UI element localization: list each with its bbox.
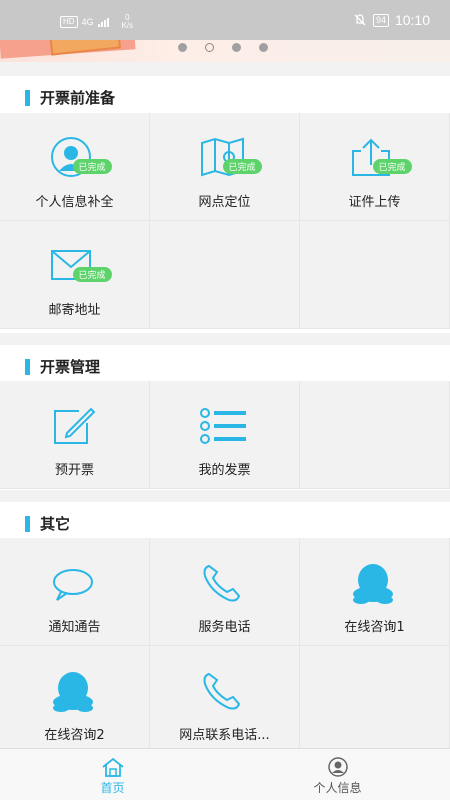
chat-bubble-icon bbox=[52, 569, 93, 601]
completed-badge: 已完成 bbox=[72, 159, 112, 174]
edit-icon bbox=[53, 407, 95, 444]
grid-item-label: 预开票 bbox=[54, 463, 94, 478]
status-bar: HD 4G 0 K/s 94 10:10 bbox=[0, 0, 450, 40]
qq-penguin-icon bbox=[352, 564, 393, 604]
section-header-other: 其它 bbox=[0, 502, 450, 542]
grid-item-service-phone[interactable]: 服务电话 bbox=[150, 538, 300, 646]
completed-badge: 已完成 bbox=[372, 159, 412, 174]
completed-badge: 已完成 bbox=[222, 159, 262, 174]
grid-item-location[interactable]: 已完成 网点定位 bbox=[150, 113, 300, 221]
signal-label: 4G bbox=[81, 17, 94, 27]
completed-badge: 已完成 bbox=[72, 267, 112, 282]
grid-item-my-invoices[interactable]: 我的发票 bbox=[150, 381, 300, 489]
tab-profile[interactable]: 个人信息 bbox=[225, 749, 450, 800]
carousel-dot[interactable] bbox=[205, 43, 214, 52]
section-header-prepare: 开票前准备 bbox=[0, 76, 450, 116]
signal-icon bbox=[97, 18, 109, 27]
other-grid: 通知通告 服务电话 在线咨询1 在线咨询2 网点联系电话... bbox=[0, 538, 450, 754]
person-icon bbox=[327, 757, 348, 777]
grid-item-label: 网点定位 bbox=[198, 195, 251, 210]
section-title: 开票前准备 bbox=[40, 89, 116, 107]
grid-item-online-consult-1[interactable]: 在线咨询1 bbox=[300, 538, 450, 646]
grid-item-label: 在线咨询2 bbox=[44, 728, 105, 743]
tab-label: 个人信息 bbox=[313, 781, 362, 795]
grid-empty-cell bbox=[300, 646, 450, 754]
grid-item-document-upload[interactable]: 已完成 证件上传 bbox=[300, 113, 450, 221]
grid-item-label: 在线咨询1 bbox=[344, 620, 405, 635]
qq-penguin-icon bbox=[52, 672, 93, 712]
grid-item-notices[interactable]: 通知通告 bbox=[0, 538, 150, 646]
grid-item-label: 通知通告 bbox=[48, 620, 101, 635]
section-title: 其它 bbox=[40, 515, 71, 533]
home-icon bbox=[101, 757, 124, 777]
grid-item-mailing-address[interactable]: 已完成 邮寄地址 bbox=[0, 221, 150, 329]
carousel-dots[interactable] bbox=[178, 43, 268, 52]
hd-indicator: HD bbox=[60, 16, 78, 28]
tab-label: 首页 bbox=[100, 781, 125, 795]
grid-empty-cell bbox=[150, 221, 300, 329]
list-icon bbox=[199, 408, 246, 444]
phone-icon bbox=[203, 672, 240, 710]
grid-item-label: 个人信息补全 bbox=[35, 195, 114, 210]
divider bbox=[0, 62, 450, 76]
network-speed: 0 K/s bbox=[121, 13, 134, 30]
grid-empty-cell bbox=[300, 221, 450, 329]
carousel-dot[interactable] bbox=[259, 43, 268, 52]
tab-home[interactable]: 首页 bbox=[0, 749, 225, 800]
grid-empty-cell bbox=[300, 381, 450, 489]
invoice-grid: 预开票 我的发票 bbox=[0, 381, 450, 489]
carousel-dot[interactable] bbox=[178, 43, 187, 52]
clock: 10:10 bbox=[394, 12, 430, 28]
grid-item-online-consult-2[interactable]: 在线咨询2 bbox=[0, 646, 150, 754]
banner-illustration bbox=[48, 40, 122, 56]
grid-item-pre-invoice[interactable]: 预开票 bbox=[0, 381, 150, 489]
grid-item-label: 证件上传 bbox=[348, 195, 401, 210]
bottom-navigation: 首页 个人信息 bbox=[0, 748, 450, 800]
grid-item-label: 网点联系电话... bbox=[179, 728, 270, 743]
battery-indicator: 94 bbox=[372, 13, 389, 27]
mute-icon bbox=[354, 14, 366, 26]
section-header-invoice-management: 开票管理 bbox=[0, 345, 450, 385]
prepare-grid: 已完成 个人信息补全 已完成 网点定位 已完成 证件上传 已完成 邮寄地址 bbox=[0, 113, 450, 329]
phone-icon bbox=[203, 564, 240, 602]
banner-carousel[interactable] bbox=[0, 40, 450, 62]
grid-item-label: 我的发票 bbox=[198, 463, 251, 478]
section-title: 开票管理 bbox=[40, 358, 101, 376]
grid-item-label: 邮寄地址 bbox=[48, 303, 101, 318]
grid-item-label: 服务电话 bbox=[198, 620, 251, 635]
grid-item-branch-phone[interactable]: 网点联系电话... bbox=[150, 646, 300, 754]
carousel-dot[interactable] bbox=[232, 43, 241, 52]
grid-item-personal-info[interactable]: 已完成 个人信息补全 bbox=[0, 113, 150, 221]
